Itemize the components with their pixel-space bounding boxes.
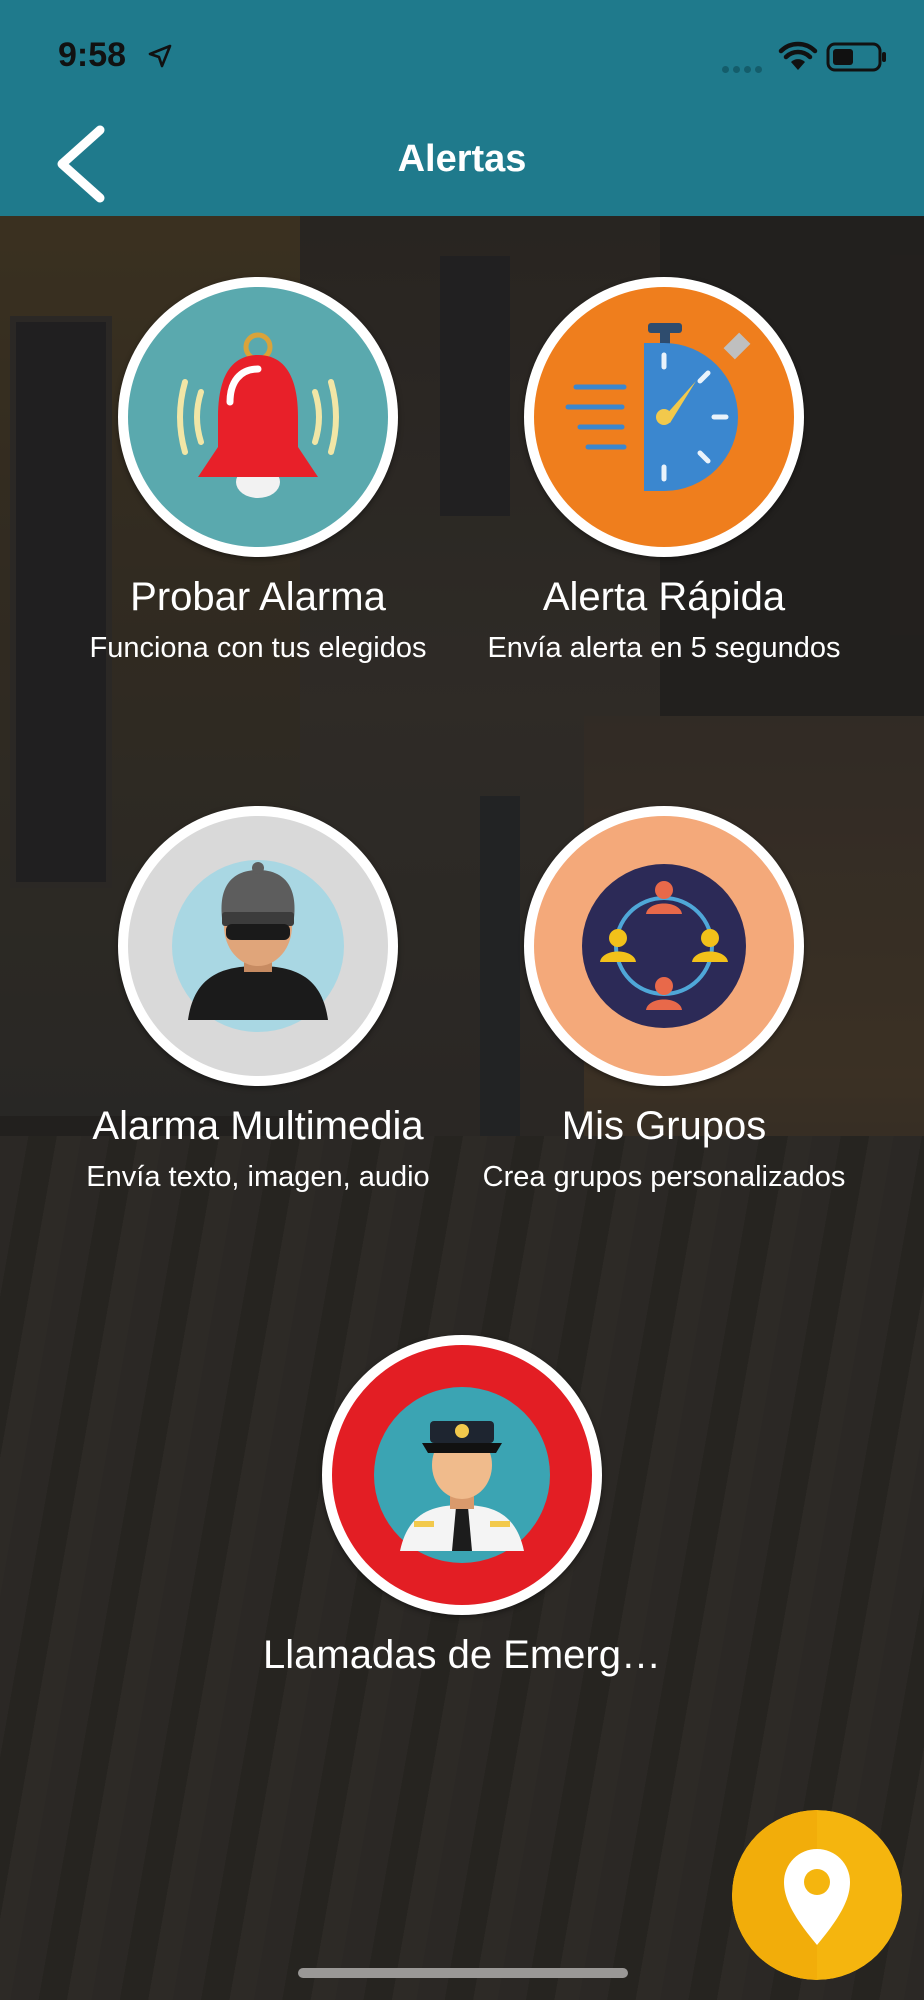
llamadas-emergencia-button[interactable]: Llamadas de Emerg…	[252, 1335, 672, 1678]
bell-icon	[118, 277, 398, 557]
cellular-signal-icon	[722, 60, 766, 78]
tile-title: Llamadas de Emerg…	[263, 1633, 661, 1677]
tile-title: Mis Grupos	[561, 1104, 767, 1148]
alerta-rapida-button[interactable]: Alerta Rápida Envía alerta en 5 segundos	[454, 277, 874, 665]
mis-grupos-button[interactable]: Mis Grupos Crea grupos personalizados	[454, 806, 874, 1194]
alarma-multimedia-button[interactable]: Alarma Multimedia Envía texto, imagen, a…	[48, 806, 468, 1194]
stopwatch-icon	[524, 277, 804, 557]
location-arrow-icon	[148, 44, 172, 68]
tile-title: Probar Alarma	[130, 575, 386, 619]
battery-icon	[826, 42, 886, 72]
probar-alarma-button[interactable]: Probar Alarma Funciona con tus elegidos	[48, 277, 468, 665]
police-officer-icon	[322, 1335, 602, 1615]
tile-title: Alerta Rápida	[542, 575, 786, 619]
group-network-icon	[524, 806, 804, 1086]
page-title: Alertas	[397, 138, 527, 180]
wifi-icon	[778, 41, 818, 70]
thief-icon	[118, 806, 398, 1086]
tile-title: Alarma Multimedia	[92, 1104, 424, 1148]
tile-subtitle: Envía texto, imagen, audio	[86, 1161, 430, 1193]
header-bar: 9:58 Alertas	[0, 0, 924, 216]
tile-subtitle: Funciona con tus elegidos	[89, 632, 427, 664]
home-indicator	[298, 1968, 628, 1978]
tile-subtitle: Envía alerta en 5 segundos	[487, 632, 841, 664]
status-time: 9:58	[58, 36, 127, 74]
tile-subtitle: Crea grupos personalizados	[482, 1161, 846, 1193]
location-fab-button[interactable]	[732, 1810, 902, 1980]
location-pin-icon	[732, 1810, 902, 1980]
